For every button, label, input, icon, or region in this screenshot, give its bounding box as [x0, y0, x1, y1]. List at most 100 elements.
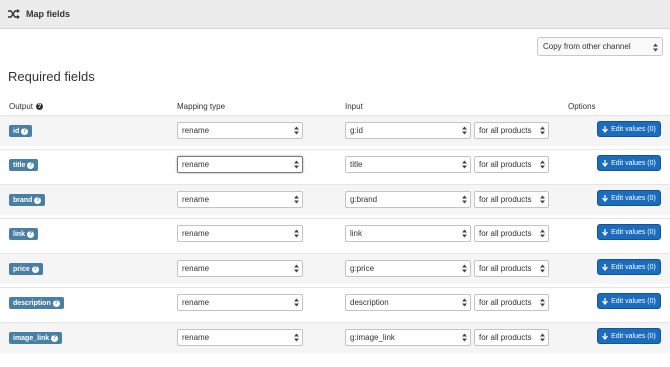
- input-select[interactable]: description: [345, 294, 471, 311]
- input-value: link: [350, 229, 363, 238]
- select-arrows-icon: [294, 160, 299, 169]
- select-arrows-icon: [653, 43, 658, 52]
- input-select[interactable]: g:image_link: [345, 329, 471, 346]
- output-field-label: image_link: [13, 334, 50, 342]
- mapping-type-select[interactable]: rename: [177, 294, 303, 311]
- arrow-down-icon: [602, 228, 609, 236]
- edit-values-label: Edit values (0): [611, 297, 656, 305]
- select-arrows-icon: [462, 264, 467, 273]
- mapping-type-value: rename: [182, 264, 210, 273]
- output-field-label: price: [13, 265, 30, 273]
- col-head-mapping-type: Mapping type: [177, 102, 226, 111]
- edit-values-button[interactable]: Edit values (0): [597, 328, 661, 344]
- input-select[interactable]: link: [345, 225, 471, 242]
- mapping-type-select[interactable]: rename: [177, 260, 303, 277]
- mapping-type-value: rename: [182, 298, 210, 307]
- section-title: Required fields: [8, 69, 95, 84]
- select-arrows-icon: [540, 298, 545, 307]
- output-field-badge: image_link?: [9, 332, 63, 344]
- edit-values-button[interactable]: Edit values (0): [597, 190, 661, 206]
- select-arrows-icon: [294, 298, 299, 307]
- shuffle-icon: [8, 9, 20, 19]
- output-field-label: id: [13, 127, 20, 135]
- edit-values-label: Edit values (0): [611, 332, 656, 340]
- input-select[interactable]: g:id: [345, 122, 471, 139]
- output-field-label: description: [13, 299, 51, 307]
- edit-values-button[interactable]: Edit values (0): [597, 293, 661, 309]
- scope-select[interactable]: for all products: [474, 329, 549, 346]
- arrow-down-icon: [602, 332, 609, 340]
- mapping-type-value: rename: [182, 333, 210, 342]
- mapping-type-value: rename: [182, 160, 210, 169]
- mapping-type-select[interactable]: rename: [177, 156, 303, 173]
- scope-select[interactable]: for all products: [474, 294, 549, 311]
- col-head-output-label: Output: [9, 102, 34, 111]
- edit-values-button[interactable]: Edit values (0): [597, 155, 661, 171]
- help-icon[interactable]: ?: [31, 265, 39, 273]
- edit-values-button[interactable]: Edit values (0): [597, 224, 661, 240]
- select-arrows-icon: [294, 229, 299, 238]
- table-row: description? rename description for all pro…: [0, 287, 670, 318]
- select-arrows-icon: [294, 264, 299, 273]
- help-icon[interactable]: ?: [36, 103, 44, 110]
- select-arrows-icon: [462, 195, 467, 204]
- output-field-badge: id?: [9, 125, 33, 137]
- select-arrows-icon: [540, 126, 545, 135]
- mapping-type-select[interactable]: rename: [177, 191, 303, 208]
- copy-from-channel-select[interactable]: Copy from other channel: [537, 37, 663, 56]
- input-value: g:price: [350, 264, 375, 273]
- panel-title: Map fields: [26, 9, 71, 19]
- select-arrows-icon: [540, 160, 545, 169]
- input-value: description: [350, 298, 389, 307]
- scope-value: for all products: [479, 298, 532, 307]
- scope-value: for all products: [479, 264, 532, 273]
- edit-values-button[interactable]: Edit values (0): [597, 259, 661, 275]
- mapping-type-select[interactable]: rename: [177, 122, 303, 139]
- output-field-badge: brand?: [9, 194, 46, 206]
- input-select[interactable]: g:brand: [345, 191, 471, 208]
- select-arrows-icon: [540, 333, 545, 342]
- scope-value: for all products: [479, 333, 532, 342]
- select-arrows-icon: [462, 126, 467, 135]
- arrow-down-icon: [602, 297, 609, 305]
- select-arrows-icon: [462, 298, 467, 307]
- edit-values-label: Edit values (0): [611, 125, 656, 133]
- arrow-down-icon: [602, 159, 609, 167]
- scope-select[interactable]: for all products: [474, 122, 549, 139]
- select-arrows-icon: [540, 264, 545, 273]
- table-row: brand? rename g:brand for all products Edit …: [0, 184, 670, 215]
- input-value: g:image_link: [350, 333, 395, 342]
- arrow-down-icon: [602, 125, 609, 133]
- input-value: title: [350, 160, 363, 169]
- scope-value: for all products: [479, 126, 532, 135]
- input-select[interactable]: g:price: [345, 260, 471, 277]
- help-icon[interactable]: ?: [52, 299, 60, 307]
- help-icon[interactable]: ?: [21, 127, 29, 135]
- mapping-type-select[interactable]: rename: [177, 225, 303, 242]
- scope-select[interactable]: for all products: [474, 225, 549, 242]
- table-row: id? rename g:id for all products Edit values…: [0, 115, 670, 146]
- col-head-output: Output ?: [9, 102, 44, 111]
- select-arrows-icon: [462, 160, 467, 169]
- help-icon[interactable]: ?: [34, 196, 42, 204]
- input-value: g:id: [350, 126, 363, 135]
- select-arrows-icon: [294, 333, 299, 342]
- table-row: price? rename g:price for all products Edit …: [0, 253, 670, 284]
- select-arrows-icon: [540, 195, 545, 204]
- mapping-type-select[interactable]: rename: [177, 329, 303, 346]
- help-icon[interactable]: ?: [51, 334, 59, 342]
- output-field-badge: description?: [9, 297, 64, 309]
- output-field-badge: title?: [9, 159, 39, 171]
- input-select[interactable]: title: [345, 156, 471, 173]
- copy-select-value: Copy from other channel: [543, 42, 631, 51]
- scope-select[interactable]: for all products: [474, 156, 549, 173]
- help-icon[interactable]: ?: [27, 161, 35, 169]
- table-row: image_link? rename g:image_link for all pro…: [0, 322, 670, 353]
- help-icon[interactable]: ?: [27, 230, 35, 238]
- scope-select[interactable]: for all products: [474, 191, 549, 208]
- output-field-label: title: [13, 161, 26, 169]
- scope-select[interactable]: for all products: [474, 260, 549, 277]
- edit-values-button[interactable]: Edit values (0): [597, 121, 661, 137]
- table-row: title? rename title for all products Edit va…: [0, 149, 670, 180]
- mapping-type-value: rename: [182, 126, 210, 135]
